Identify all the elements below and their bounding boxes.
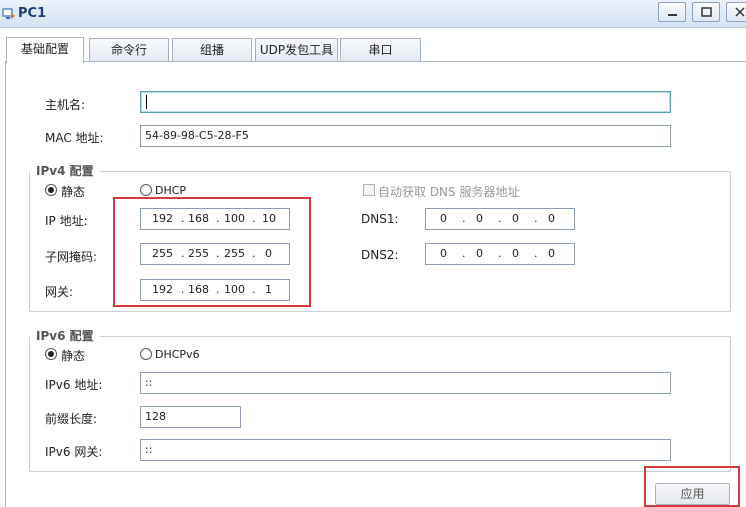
ipv4-dhcp-radio[interactable] bbox=[140, 184, 152, 196]
dns1-octet-3: 0 bbox=[512, 212, 519, 225]
ipv6-dhcpv6-radio[interactable] bbox=[140, 348, 152, 360]
dns1-input[interactable]: 0 . 0 . 0 . 0 bbox=[425, 208, 575, 230]
hostname-input[interactable] bbox=[140, 91, 671, 113]
ipv6-static-radio[interactable] bbox=[45, 348, 57, 360]
text-caret bbox=[146, 95, 147, 109]
maximize-icon bbox=[701, 7, 712, 17]
auto-dns-label: 自动获取 DNS 服务器地址 bbox=[378, 185, 520, 199]
dns1-octet-1: 0 bbox=[440, 212, 447, 225]
auto-dns-checkbox[interactable] bbox=[363, 184, 375, 196]
apply-button[interactable]: 应用 bbox=[655, 483, 730, 505]
hostname-label: 主机名: bbox=[45, 98, 86, 112]
subnet-mask-label: 子网掩码: bbox=[45, 250, 98, 264]
tab-bar: 基础配置 命令行 组播 UDP发包工具 串口 bbox=[0, 28, 746, 63]
gateway-label: 网关: bbox=[45, 285, 74, 299]
dns2-octet-2: 0 bbox=[476, 247, 483, 260]
ipv4-static-label: 静态 bbox=[61, 185, 86, 199]
dns2-octet-1: 0 bbox=[440, 247, 447, 260]
ipv6-static-label: 静态 bbox=[61, 349, 86, 363]
mac-label: MAC 地址: bbox=[45, 131, 104, 145]
window-title: PC1 bbox=[18, 6, 47, 21]
dns2-octet-3: 0 bbox=[512, 247, 519, 260]
highlight-box-ipv4 bbox=[113, 197, 311, 307]
pc-app-icon bbox=[2, 8, 15, 19]
ipv6-group-title: IPv6 配置 bbox=[30, 327, 100, 345]
close-button[interactable] bbox=[726, 2, 746, 22]
prefix-length-label: 前缀长度: bbox=[45, 412, 98, 426]
minimize-icon bbox=[668, 14, 677, 16]
ipv4-dhcp-label: DHCP bbox=[155, 184, 187, 197]
ipv6-gateway-input[interactable]: :: bbox=[140, 439, 671, 461]
tab-udp-tool[interactable]: UDP发包工具 bbox=[255, 38, 338, 62]
title-bar: PC1 bbox=[0, 0, 746, 28]
minimize-button[interactable] bbox=[658, 2, 686, 22]
dns2-octet-4: 0 bbox=[548, 247, 555, 260]
prefix-length-input[interactable]: 128 bbox=[140, 406, 241, 428]
tab-command-line[interactable]: 命令行 bbox=[89, 38, 169, 62]
close-icon bbox=[735, 7, 745, 17]
dns1-octet-4: 0 bbox=[548, 212, 555, 225]
tab-basic-config[interactable]: 基础配置 bbox=[6, 37, 84, 63]
dns2-label: DNS2: bbox=[361, 248, 399, 262]
tab-multicast[interactable]: 组播 bbox=[172, 38, 252, 62]
ipv6-dhcpv6-label: DHCPv6 bbox=[155, 348, 200, 361]
tab-serial[interactable]: 串口 bbox=[340, 38, 421, 62]
dns2-input[interactable]: 0 . 0 . 0 . 0 bbox=[425, 243, 575, 265]
ipv6-address-label: IPv6 地址: bbox=[45, 378, 103, 392]
ipv4-group-title: IPv4 配置 bbox=[30, 162, 100, 180]
ip-address-label: IP 地址: bbox=[45, 214, 88, 228]
dns1-label: DNS1: bbox=[361, 212, 399, 226]
maximize-button[interactable] bbox=[692, 2, 720, 22]
mac-address-field[interactable]: 54-89-98-C5-28-F5 bbox=[140, 125, 671, 147]
dns1-octet-2: 0 bbox=[476, 212, 483, 225]
ipv4-static-radio[interactable] bbox=[45, 184, 57, 196]
ipv6-address-input[interactable]: :: bbox=[140, 372, 671, 394]
ipv6-gateway-label: IPv6 网关: bbox=[45, 445, 103, 459]
